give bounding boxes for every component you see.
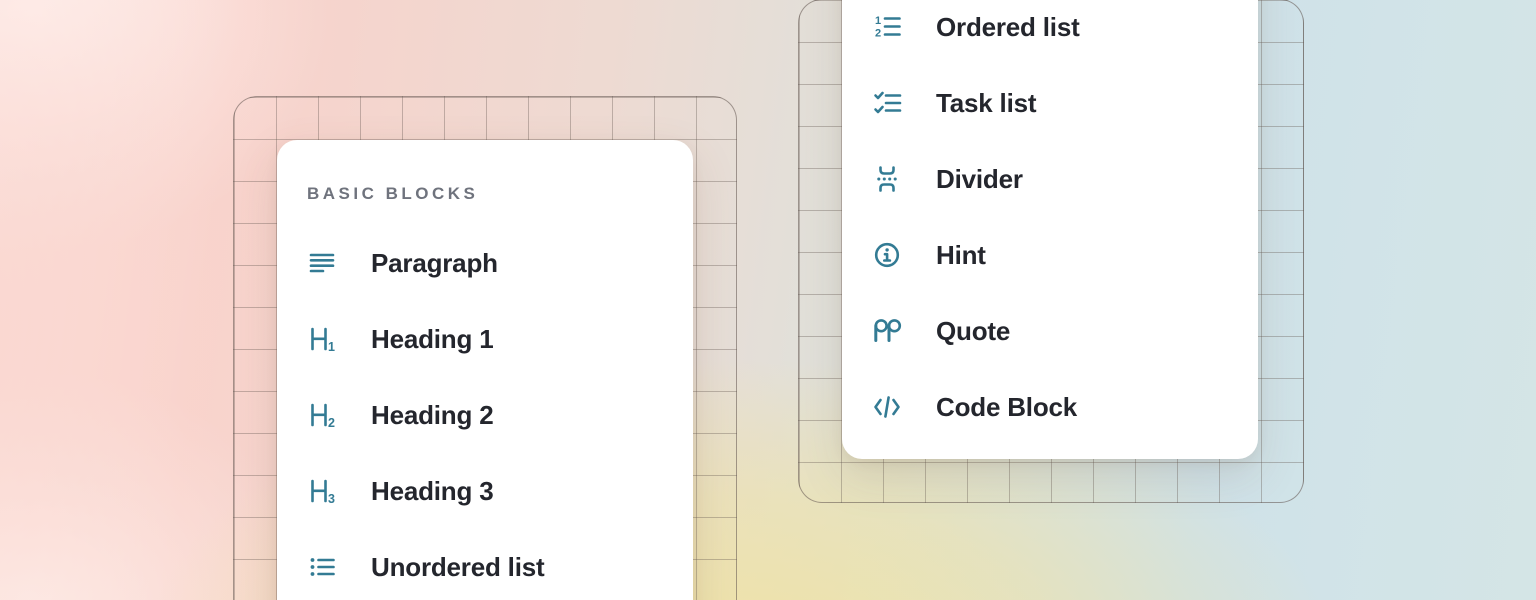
section-label: BASIC BLOCKS <box>307 184 478 204</box>
menu-item-ordered-list[interactable]: 1 2 Ordered list <box>872 7 1080 47</box>
menu-item-label: Ordered list <box>936 12 1080 43</box>
menu-item-label: Quote <box>936 316 1010 347</box>
heading-2-icon: 2 <box>307 400 337 430</box>
quote-icon <box>872 316 902 346</box>
unordered-list-icon <box>307 552 337 582</box>
menu-item-code-block[interactable]: Code Block <box>872 387 1077 427</box>
menu-item-heading-1[interactable]: 1 Heading 1 <box>307 319 493 359</box>
svg-text:1: 1 <box>875 15 881 27</box>
menu-item-heading-3[interactable]: 3 Heading 3 <box>307 471 493 511</box>
svg-text:1: 1 <box>328 340 335 354</box>
task-list-icon <box>872 88 902 118</box>
menu-item-task-list[interactable]: Task list <box>872 83 1036 123</box>
menu-item-label: Heading 1 <box>371 324 493 355</box>
menu-item-label: Heading 2 <box>371 400 493 431</box>
menu-item-paragraph[interactable]: Paragraph <box>307 243 498 283</box>
blocks-menu-continued: 1 2 Ordered list Task list <box>842 0 1258 459</box>
editor-blocks-illustration: BASIC BLOCKS Paragraph 1 Heading 1 2 Hea… <box>0 0 1536 600</box>
heading-1-icon: 1 <box>307 324 337 354</box>
code-block-icon <box>872 392 902 422</box>
svg-text:3: 3 <box>328 492 335 506</box>
menu-item-label: Divider <box>936 164 1023 195</box>
heading-3-icon: 3 <box>307 476 337 506</box>
ordered-list-icon: 1 2 <box>872 12 902 42</box>
menu-item-label: Paragraph <box>371 248 498 279</box>
hint-icon <box>872 240 902 270</box>
menu-item-label: Code Block <box>936 392 1077 423</box>
menu-item-label: Unordered list <box>371 552 544 583</box>
menu-item-quote[interactable]: Quote <box>872 311 1010 351</box>
paragraph-icon <box>307 248 337 278</box>
menu-item-unordered-list[interactable]: Unordered list <box>307 547 544 587</box>
menu-item-hint[interactable]: Hint <box>872 235 986 275</box>
svg-text:2: 2 <box>875 28 881 40</box>
basic-blocks-menu: BASIC BLOCKS Paragraph 1 Heading 1 2 Hea… <box>277 140 693 600</box>
menu-item-label: Heading 3 <box>371 476 493 507</box>
menu-item-divider[interactable]: Divider <box>872 159 1023 199</box>
svg-text:2: 2 <box>328 416 335 430</box>
menu-item-label: Hint <box>936 240 986 271</box>
menu-item-heading-2[interactable]: 2 Heading 2 <box>307 395 493 435</box>
divider-icon <box>872 164 902 194</box>
menu-item-label: Task list <box>936 88 1036 119</box>
